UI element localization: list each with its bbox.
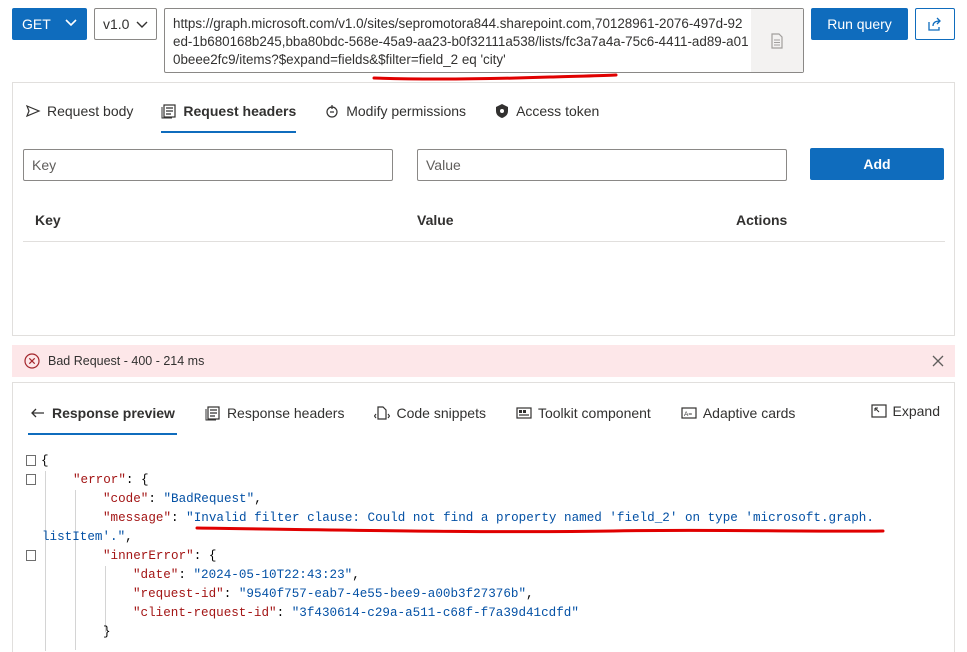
- toolkit-icon: [516, 407, 532, 419]
- column-actions: Actions: [736, 212, 788, 228]
- tab-toolkit-component[interactable]: Toolkit component: [516, 403, 651, 423]
- code-icon: [374, 406, 391, 420]
- expand-icon: [870, 404, 887, 418]
- response-tabs: Response preview Response headers Code s…: [28, 403, 825, 435]
- url-side-panel[interactable]: [751, 9, 803, 72]
- tab-label: Response headers: [226, 405, 345, 421]
- tab-label: Toolkit component: [537, 405, 651, 421]
- chevron-down-icon: [65, 19, 77, 27]
- headers-icon: [205, 406, 220, 421]
- shield-icon: [496, 104, 509, 118]
- tab-request-body[interactable]: Request body: [25, 99, 133, 123]
- chevron-down-icon: [136, 21, 148, 28]
- error-icon: [24, 353, 40, 369]
- back-arrow-icon: [31, 408, 44, 418]
- header-value-field[interactable]: [417, 149, 787, 181]
- lock-icon: [326, 105, 338, 118]
- tab-access-token[interactable]: Access token: [494, 99, 599, 123]
- url-text[interactable]: https://graph.microsoft.com/v1.0/sites/s…: [173, 15, 749, 69]
- json-line: }: [103, 625, 111, 639]
- expand-label: Expand: [892, 403, 940, 419]
- tab-response-preview[interactable]: Response preview: [28, 403, 177, 435]
- send-icon: [25, 104, 41, 118]
- header-value-input[interactable]: [418, 150, 786, 180]
- tab-request-headers[interactable]: Request headers: [161, 99, 297, 133]
- json-line: "client-request-id": "3f430614-c29a-a511…: [133, 606, 579, 620]
- svg-text:A=: A=: [684, 411, 692, 418]
- json-line: "request-id": "9540f757-eab7-4e55-bee9-a…: [133, 587, 534, 601]
- tab-code-snippets[interactable]: Code snippets: [374, 403, 486, 423]
- document-icon: [771, 32, 783, 49]
- request-tabs: Request body Request headers Modify perm…: [25, 99, 627, 139]
- tab-adaptive-cards[interactable]: A= Adaptive cards: [681, 403, 796, 423]
- version-dropdown[interactable]: v1.0: [94, 8, 157, 40]
- fold-toggle[interactable]: [26, 474, 36, 485]
- json-line: {: [41, 454, 49, 468]
- status-bar: Bad Request - 400 - 214 ms: [12, 345, 955, 377]
- tab-modify-permissions[interactable]: Modify permissions: [324, 99, 466, 123]
- share-icon: [928, 17, 941, 31]
- http-method-label: GET: [22, 16, 51, 32]
- tab-label: Response preview: [52, 405, 175, 421]
- add-header-button[interactable]: Add: [810, 148, 944, 180]
- run-query-button[interactable]: Run query: [811, 8, 908, 40]
- expand-button[interactable]: Expand: [870, 403, 940, 419]
- tab-response-headers[interactable]: Response headers: [205, 403, 345, 423]
- column-key: Key: [35, 212, 61, 228]
- json-line: "code": "BadRequest",: [103, 492, 262, 506]
- json-line: "error": {: [73, 473, 149, 487]
- tab-label: Modify permissions: [346, 103, 467, 119]
- fold-toggle[interactable]: [26, 455, 36, 466]
- tab-label: Request headers: [183, 103, 297, 119]
- json-line: "innerError": {: [103, 549, 217, 563]
- version-label: v1.0: [103, 16, 130, 32]
- header-key-input[interactable]: [24, 150, 392, 180]
- http-method-dropdown[interactable]: GET: [12, 8, 87, 40]
- json-line: listItem'.",: [42, 530, 133, 544]
- json-line: "date": "2024-05-10T22:43:23",: [133, 568, 360, 582]
- response-panel: Response preview Response headers Code s…: [12, 382, 955, 652]
- fold-toggle[interactable]: [26, 550, 36, 561]
- url-input[interactable]: https://graph.microsoft.com/v1.0/sites/s…: [164, 8, 804, 73]
- tab-label: Request body: [47, 103, 134, 119]
- json-line: "message": "Invalid filter clause: Could…: [103, 511, 874, 525]
- column-value: Value: [417, 212, 454, 228]
- close-icon[interactable]: [931, 354, 945, 368]
- share-button[interactable]: [915, 8, 955, 40]
- headers-table-header: Key Value Actions: [23, 199, 945, 242]
- tab-label: Access token: [516, 103, 600, 119]
- request-panel: Request body Request headers Modify perm…: [12, 82, 955, 336]
- status-text: Bad Request - 400 - 214 ms: [48, 354, 205, 368]
- tab-label: Code snippets: [396, 405, 486, 421]
- card-icon: A=: [681, 407, 697, 419]
- header-key-field[interactable]: [23, 149, 393, 181]
- headers-icon: [161, 104, 177, 119]
- tab-label: Adaptive cards: [702, 405, 796, 421]
